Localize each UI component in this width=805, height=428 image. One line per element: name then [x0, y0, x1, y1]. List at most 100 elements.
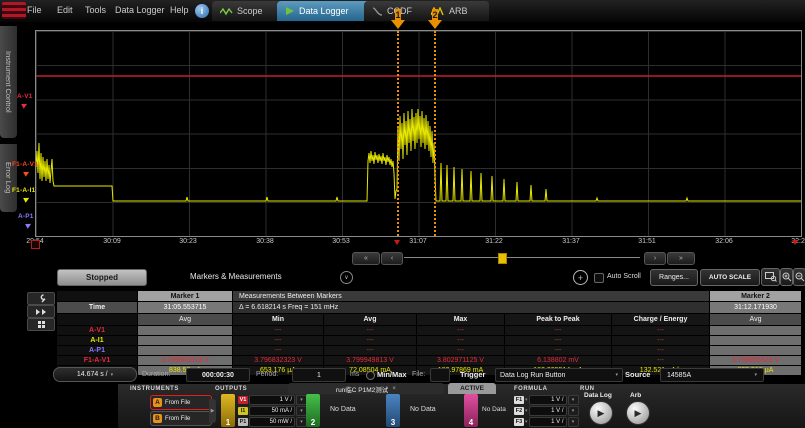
auto-scroll-checkbox[interactable]	[594, 273, 604, 283]
chevron-down-icon[interactable]: ▾	[568, 406, 579, 416]
f2-scale-dropdown[interactable]: 1 V /	[529, 406, 567, 416]
file-field[interactable]	[430, 368, 450, 382]
instrument-b-from-file-button[interactable]: B From File	[150, 411, 212, 426]
instruments-expander[interactable]: ▶	[209, 399, 216, 423]
chevron-down-icon[interactable]: ▾	[525, 419, 528, 425]
f3-scale-dropdown[interactable]: 1 V /	[529, 417, 567, 427]
scroll-handle[interactable]	[498, 253, 507, 264]
close-icon[interactable]: ×	[392, 385, 396, 392]
minmax-radio[interactable]	[366, 371, 375, 380]
cell	[138, 346, 232, 355]
cell: ---	[324, 326, 416, 335]
marker2-line[interactable]	[434, 31, 436, 236]
p1-scale-dropdown[interactable]: 50 mW /	[249, 417, 295, 427]
info-icon[interactable]: i	[195, 4, 209, 18]
duration-field[interactable]: 000:00:30	[186, 368, 250, 382]
zoom-out-icon[interactable]	[793, 268, 805, 286]
status-stopped-button[interactable]: Stopped	[57, 269, 147, 286]
sidebar-tab-instrument-control[interactable]: Instrument Control	[0, 26, 17, 138]
file-tab[interactable]: run临C P1M2测试×	[288, 383, 444, 394]
menu-edit[interactable]: Edit	[57, 5, 73, 15]
pan-crosshair-icon[interactable]: +	[573, 270, 588, 285]
markers-measurements-label: Markers & Measurements	[190, 272, 282, 281]
scroll-right-button[interactable]: ›	[644, 252, 666, 265]
axis-start-badge	[31, 240, 40, 249]
marker1-time: 31:05.553715	[138, 302, 232, 313]
marker2-handle[interactable]: 2	[427, 9, 443, 30]
chevron-down-icon[interactable]: ▾	[525, 397, 528, 403]
formula-f1-row: F1 ▾ 1 V / ▾	[514, 395, 579, 404]
channel-label-a-p1[interactable]: A-P1	[18, 213, 34, 220]
cell: ---	[505, 326, 611, 335]
channel-arrow-a-p1: ▶	[24, 220, 33, 230]
i1-chip[interactable]: I1	[238, 407, 248, 415]
cell: ---	[505, 336, 611, 345]
active-tab[interactable]: ACTIVE	[448, 383, 496, 394]
chevron-down-icon[interactable]: ▾	[568, 395, 579, 405]
f1-scale-dropdown[interactable]: 1 V /	[529, 395, 567, 405]
menu-help[interactable]: Help	[170, 5, 189, 15]
waveform-chart[interactable]	[35, 30, 802, 237]
cell: ---	[612, 326, 709, 335]
axis-marker-pin-2	[792, 240, 798, 245]
v1-scale-dropdown[interactable]: 1 V /	[249, 395, 295, 405]
f3-chip[interactable]: F3	[514, 418, 524, 426]
f1-chip[interactable]: F1	[514, 396, 524, 404]
ranges-button[interactable]: Ranges...	[650, 269, 698, 286]
row-label-f1-a-v1: F1-A-V1	[57, 356, 137, 365]
source-dropdown[interactable]: 14585A▾	[660, 368, 764, 382]
timescale-dropdown[interactable]: 14.674 s /▾	[53, 367, 137, 382]
markers-flags-icon[interactable]	[27, 305, 55, 318]
chevron-down-icon[interactable]: ▾	[525, 408, 528, 414]
scroll-far-right-button[interactable]: »	[667, 252, 695, 265]
measurements-table: Marker 1 Measurements Between Markers Ma…	[57, 291, 797, 375]
channel-label-f1-a-v1[interactable]: F1-A-V1	[12, 161, 38, 168]
scroll-track[interactable]	[404, 257, 640, 258]
channel1-bar[interactable]: 1	[221, 394, 235, 427]
collapse-chevron-icon[interactable]: ∨	[340, 271, 353, 284]
marker1-handle[interactable]: 1	[390, 9, 406, 30]
x-tick: 30:09	[96, 238, 128, 245]
instrument-a-from-file-button[interactable]: A From File	[150, 395, 212, 410]
chevron-down-icon[interactable]: ▾	[568, 417, 579, 427]
scroll-far-left-button[interactable]: «	[352, 252, 380, 265]
marker1-line[interactable]	[397, 31, 399, 236]
empty-cell	[57, 314, 137, 325]
auto-scroll-label: Auto Scroll	[607, 273, 641, 280]
col-peak-to-peak: Peak to Peak	[505, 314, 611, 325]
i1-scale-dropdown[interactable]: 50 mA /	[249, 406, 295, 416]
p1-chip[interactable]: P1	[238, 418, 248, 426]
cell: ---	[233, 326, 323, 335]
cell: ---	[417, 326, 504, 335]
tab-data-logger[interactable]: Data Logger	[277, 1, 377, 21]
channel4-bar[interactable]: 4	[464, 394, 478, 427]
menu-data-logger[interactable]: Data Logger	[115, 5, 165, 15]
instruments-section-label: INSTRUMENTS	[130, 386, 179, 392]
period-field[interactable]: 1	[292, 368, 346, 382]
chevron-down-icon: ▾	[111, 372, 114, 378]
channel3-bar[interactable]: 3	[386, 394, 400, 427]
zoom-window-icon[interactable]	[761, 268, 780, 286]
source-label: Source	[625, 370, 650, 379]
arb-run-label: Arb	[630, 392, 641, 399]
menu-file[interactable]: File	[27, 5, 42, 15]
scroll-left-button[interactable]: ‹	[381, 252, 403, 265]
channel1-v-row: V1 1 V / ▾	[238, 395, 307, 404]
channel2-bar[interactable]: 2	[306, 394, 320, 427]
data-log-play-button[interactable]: ▶	[589, 401, 613, 425]
marker2-header[interactable]: Marker 2	[710, 291, 801, 301]
channel-label-f1-a-i1[interactable]: F1-A-I1	[12, 187, 35, 194]
menu-tools[interactable]: Tools	[85, 5, 106, 15]
auto-scale-button[interactable]: AUTO SCALE	[700, 269, 760, 286]
wrench-tool-icon[interactable]	[27, 292, 55, 305]
marker1-header[interactable]: Marker 1	[138, 291, 232, 301]
v1-chip[interactable]: V1	[238, 396, 248, 404]
trigger-dropdown[interactable]: Data Log Run Button▾	[495, 368, 623, 382]
cell: ---	[417, 346, 504, 355]
grid-view-icon[interactable]	[27, 318, 55, 331]
x-tick: 30:53	[325, 238, 357, 245]
zoom-in-icon[interactable]	[780, 268, 793, 286]
sidebar-tab-error-log[interactable]: Error Log	[0, 144, 17, 212]
arb-play-button[interactable]: ▶	[626, 401, 650, 425]
f2-chip[interactable]: F2	[514, 407, 524, 415]
